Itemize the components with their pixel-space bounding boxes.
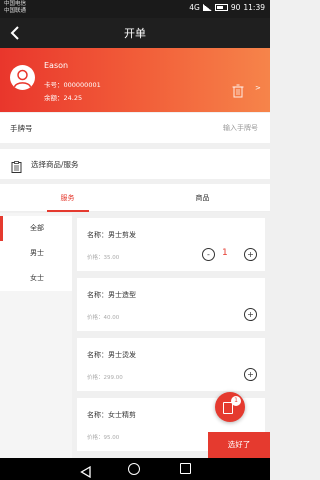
carrier-1: 中国电信: [4, 1, 27, 7]
hand-number-input[interactable]: [148, 121, 258, 135]
cart-button[interactable]: 1: [215, 392, 245, 422]
tab-products[interactable]: 商品: [135, 184, 270, 212]
select-goods-label: 选择商品/服务: [31, 160, 79, 169]
trash-icon: [232, 84, 244, 98]
user-icon: [13, 69, 32, 88]
carrier-2: 中国联通: [4, 8, 27, 14]
page-title: 开单: [124, 27, 146, 40]
status-bar: 中国电信 中国联通 4G 90 11:39: [0, 0, 270, 18]
member-card-number: 卡号：000000001: [44, 81, 101, 89]
product-card[interactable]: 名称：男士烫发 价格：299.00 +: [77, 338, 265, 391]
active-tab-indicator: [47, 210, 89, 212]
goods-tabs: 服务 商品: [0, 184, 270, 212]
system-recents-button[interactable]: [180, 463, 191, 474]
category-all[interactable]: 全部: [0, 216, 72, 241]
select-goods-row[interactable]: 选择商品/服务: [0, 149, 270, 179]
clipboard-icon: [11, 158, 22, 173]
member-name: Eason: [44, 61, 69, 70]
battery-level: 90: [230, 3, 241, 12]
delete-member-button[interactable]: [232, 83, 244, 98]
product-name: 名称：男士烫发: [87, 351, 136, 359]
product-name: 名称：男士剪发: [87, 231, 136, 239]
carrier-info: 中国电信 中国联通: [4, 1, 26, 15]
hand-number-label: 手牌号: [10, 124, 33, 133]
category-women[interactable]: 女士: [0, 266, 72, 291]
product-price: 价格：40.00: [87, 315, 120, 321]
signal-icon: [202, 4, 212, 11]
hand-number-row: 手牌号: [0, 113, 270, 143]
product-price: 价格：35.00: [87, 255, 120, 261]
system-nav-bar: [0, 458, 270, 480]
done-button[interactable]: 选好了: [208, 432, 270, 458]
product-list: 名称：男士剪发 价格：35.00 - 1 + 名称：男士造型 价格：40.00 …: [72, 213, 270, 458]
chevron-right-icon[interactable]: >: [255, 84, 261, 92]
category-men[interactable]: 男士: [0, 241, 72, 266]
product-card[interactable]: 名称：男士剪发 价格：35.00 - 1 +: [77, 218, 265, 271]
clock: 11:39: [243, 3, 265, 12]
cart-badge: 1: [231, 396, 241, 406]
network-type: 4G: [189, 3, 200, 12]
decrease-button[interactable]: -: [202, 248, 215, 261]
triangle-back-icon: [80, 465, 91, 479]
member-card[interactable]: Eason 卡号：000000001 余额：24.25 >: [0, 48, 270, 112]
increase-button[interactable]: +: [244, 248, 257, 261]
avatar: [10, 65, 35, 90]
product-card[interactable]: 名称：男士造型 价格：40.00 +: [77, 278, 265, 331]
system-home-button[interactable]: [128, 463, 140, 475]
category-list: 全部 男士 女士: [0, 213, 72, 458]
add-button[interactable]: +: [244, 368, 257, 381]
product-name: 名称：男士造型: [87, 291, 136, 299]
system-back-button[interactable]: [80, 463, 91, 479]
product-price: 价格：95.00: [87, 435, 120, 441]
quantity: 1: [222, 248, 228, 258]
member-balance: 余额：24.25: [44, 94, 83, 102]
top-nav-bar: 开单: [0, 18, 270, 48]
product-name: 名称：女士精剪: [87, 411, 136, 419]
product-price: 价格：299.00: [87, 375, 123, 381]
status-indicators: 4G 90 11:39: [189, 3, 265, 12]
add-button[interactable]: +: [244, 308, 257, 321]
battery-icon: [214, 4, 228, 11]
tab-services[interactable]: 服务: [0, 184, 135, 212]
